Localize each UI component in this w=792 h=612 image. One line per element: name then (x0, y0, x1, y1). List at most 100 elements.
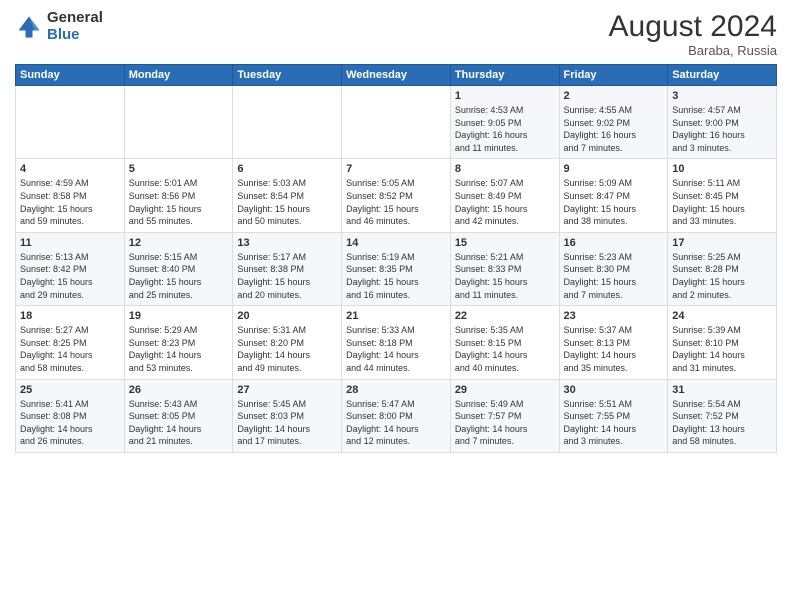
day-number: 30 (564, 384, 664, 396)
day-number: 7 (346, 163, 446, 175)
day-info: Sunrise: 5:25 AM Sunset: 8:28 PM Dayligh… (672, 251, 772, 301)
weekday-header-thursday: Thursday (450, 65, 559, 86)
calendar-cell: 9 Sunrise: 5:09 AM Sunset: 8:47 PM Daylig… (559, 159, 668, 232)
day-number: 17 (672, 237, 772, 249)
calendar-cell: 27 Sunrise: 5:45 AM Sunset: 8:03 PM Dayli… (233, 379, 342, 452)
day-info: Sunrise: 5:51 AM Sunset: 7:55 PM Dayligh… (564, 398, 664, 448)
day-number: 20 (237, 310, 337, 322)
calendar-cell (233, 86, 342, 159)
day-number: 1 (455, 90, 555, 102)
calendar-cell: 29 Sunrise: 5:49 AM Sunset: 7:57 PM Dayli… (450, 379, 559, 452)
calendar-cell: 5Sunrise: 5:01 AM Sunset: 8:56 PM Daylig… (124, 159, 233, 232)
day-info: Sunrise: 4:59 AM Sunset: 8:58 PM Dayligh… (20, 177, 120, 227)
day-number: 14 (346, 237, 446, 249)
calendar-week-row: 11 Sunrise: 5:13 AM Sunset: 8:42 PM Dayli… (16, 232, 777, 305)
day-number: 29 (455, 384, 555, 396)
day-number: 16 (564, 237, 664, 249)
day-info: Sunrise: 5:01 AM Sunset: 8:56 PM Dayligh… (129, 177, 229, 227)
location: Baraba, Russia (609, 43, 777, 58)
day-info: Sunrise: 5:21 AM Sunset: 8:33 PM Dayligh… (455, 251, 555, 301)
calendar-cell: 20 Sunrise: 5:31 AM Sunset: 8:20 PM Dayli… (233, 306, 342, 379)
calendar-week-row: 1 Sunrise: 4:53 AM Sunset: 9:05 PM Daylig… (16, 86, 777, 159)
weekday-header-row: SundayMondayTuesdayWednesdayThursdayFrid… (16, 65, 777, 86)
calendar-week-row: 18Sunrise: 5:27 AM Sunset: 8:25 PM Dayli… (16, 306, 777, 379)
calendar-week-row: 25Sunrise: 5:41 AM Sunset: 8:08 PM Dayli… (16, 379, 777, 452)
weekday-header-friday: Friday (559, 65, 668, 86)
calendar-cell: 17 Sunrise: 5:25 AM Sunset: 8:28 PM Dayli… (668, 232, 777, 305)
logo: General Blue (15, 10, 103, 43)
day-number: 21 (346, 310, 446, 322)
day-info: Sunrise: 5:47 AM Sunset: 8:00 PM Dayligh… (346, 398, 446, 448)
day-info: Sunrise: 5:31 AM Sunset: 8:20 PM Dayligh… (237, 324, 337, 374)
day-number: 24 (672, 310, 772, 322)
day-number: 9 (564, 163, 664, 175)
day-number: 4 (20, 163, 120, 175)
calendar-week-row: 4 Sunrise: 4:59 AM Sunset: 8:58 PM Daylig… (16, 159, 777, 232)
day-info: Sunrise: 5:43 AM Sunset: 8:05 PM Dayligh… (129, 398, 229, 448)
title-area: August 2024 Baraba, Russia (609, 10, 777, 58)
day-number: 6 (237, 163, 337, 175)
calendar-cell: 18Sunrise: 5:27 AM Sunset: 8:25 PM Dayli… (16, 306, 125, 379)
calendar-cell: 25Sunrise: 5:41 AM Sunset: 8:08 PM Dayli… (16, 379, 125, 452)
day-info: Sunrise: 5:35 AM Sunset: 8:15 PM Dayligh… (455, 324, 555, 374)
calendar-cell: 23Sunrise: 5:37 AM Sunset: 8:13 PM Dayli… (559, 306, 668, 379)
calendar-cell: 2 Sunrise: 4:55 AM Sunset: 9:02 PM Daylig… (559, 86, 668, 159)
logo-general-text: General (47, 10, 103, 27)
calendar-cell (124, 86, 233, 159)
day-info: Sunrise: 5:49 AM Sunset: 7:57 PM Dayligh… (455, 398, 555, 448)
day-number: 15 (455, 237, 555, 249)
calendar-cell: 11 Sunrise: 5:13 AM Sunset: 8:42 PM Dayli… (16, 232, 125, 305)
calendar-cell: 15 Sunrise: 5:21 AM Sunset: 8:33 PM Dayli… (450, 232, 559, 305)
day-info: Sunrise: 4:57 AM Sunset: 9:00 PM Dayligh… (672, 104, 772, 154)
day-number: 10 (672, 163, 772, 175)
day-number: 27 (237, 384, 337, 396)
day-number: 11 (20, 237, 120, 249)
month-title: August 2024 (609, 10, 777, 43)
calendar-cell: 19 Sunrise: 5:29 AM Sunset: 8:23 PM Dayli… (124, 306, 233, 379)
day-info: Sunrise: 5:45 AM Sunset: 8:03 PM Dayligh… (237, 398, 337, 448)
calendar-cell: 24 Sunrise: 5:39 AM Sunset: 8:10 PM Dayli… (668, 306, 777, 379)
day-info: Sunrise: 4:53 AM Sunset: 9:05 PM Dayligh… (455, 104, 555, 154)
calendar-cell: 10 Sunrise: 5:11 AM Sunset: 8:45 PM Dayli… (668, 159, 777, 232)
day-number: 23 (564, 310, 664, 322)
day-number: 28 (346, 384, 446, 396)
calendar-cell: 12 Sunrise: 5:15 AM Sunset: 8:40 PM Dayli… (124, 232, 233, 305)
calendar-cell: 22 Sunrise: 5:35 AM Sunset: 8:15 PM Dayli… (450, 306, 559, 379)
day-number: 25 (20, 384, 120, 396)
day-number: 26 (129, 384, 229, 396)
day-info: Sunrise: 5:29 AM Sunset: 8:23 PM Dayligh… (129, 324, 229, 374)
calendar-cell: 6 Sunrise: 5:03 AM Sunset: 8:54 PM Daylig… (233, 159, 342, 232)
calendar-cell: 26 Sunrise: 5:43 AM Sunset: 8:05 PM Dayli… (124, 379, 233, 452)
calendar-cell: 14 Sunrise: 5:19 AM Sunset: 8:35 PM Dayli… (342, 232, 451, 305)
day-info: Sunrise: 4:55 AM Sunset: 9:02 PM Dayligh… (564, 104, 664, 154)
calendar-cell: 31 Sunrise: 5:54 AM Sunset: 7:52 PM Dayli… (668, 379, 777, 452)
calendar-cell: 21Sunrise: 5:33 AM Sunset: 8:18 PM Dayli… (342, 306, 451, 379)
logo-icon (15, 13, 43, 41)
logo-text: General Blue (47, 10, 103, 43)
day-info: Sunrise: 5:05 AM Sunset: 8:52 PM Dayligh… (346, 177, 446, 227)
day-number: 2 (564, 90, 664, 102)
day-number: 13 (237, 237, 337, 249)
weekday-header-wednesday: Wednesday (342, 65, 451, 86)
day-number: 22 (455, 310, 555, 322)
day-number: 12 (129, 237, 229, 249)
page: General Blue August 2024 Baraba, Russia … (0, 0, 792, 612)
day-number: 19 (129, 310, 229, 322)
day-number: 31 (672, 384, 772, 396)
day-info: Sunrise: 5:27 AM Sunset: 8:25 PM Dayligh… (20, 324, 120, 374)
day-info: Sunrise: 5:13 AM Sunset: 8:42 PM Dayligh… (20, 251, 120, 301)
day-info: Sunrise: 5:23 AM Sunset: 8:30 PM Dayligh… (564, 251, 664, 301)
weekday-header-sunday: Sunday (16, 65, 125, 86)
day-info: Sunrise: 5:09 AM Sunset: 8:47 PM Dayligh… (564, 177, 664, 227)
calendar-table: SundayMondayTuesdayWednesdayThursdayFrid… (15, 64, 777, 453)
calendar-cell: 1 Sunrise: 4:53 AM Sunset: 9:05 PM Daylig… (450, 86, 559, 159)
day-info: Sunrise: 5:15 AM Sunset: 8:40 PM Dayligh… (129, 251, 229, 301)
calendar-cell (16, 86, 125, 159)
day-info: Sunrise: 5:17 AM Sunset: 8:38 PM Dayligh… (237, 251, 337, 301)
day-info: Sunrise: 5:19 AM Sunset: 8:35 PM Dayligh… (346, 251, 446, 301)
day-info: Sunrise: 5:54 AM Sunset: 7:52 PM Dayligh… (672, 398, 772, 448)
day-info: Sunrise: 5:39 AM Sunset: 8:10 PM Dayligh… (672, 324, 772, 374)
day-info: Sunrise: 5:11 AM Sunset: 8:45 PM Dayligh… (672, 177, 772, 227)
day-info: Sunrise: 5:03 AM Sunset: 8:54 PM Dayligh… (237, 177, 337, 227)
header: General Blue August 2024 Baraba, Russia (15, 10, 777, 58)
